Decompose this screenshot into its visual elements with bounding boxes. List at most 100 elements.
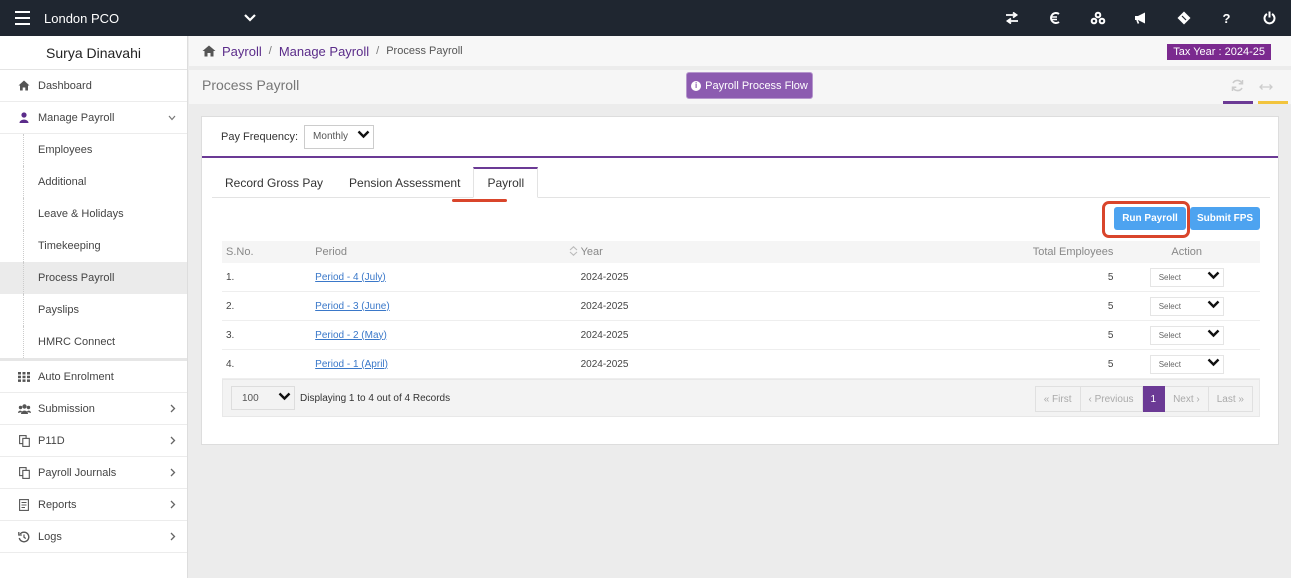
sidebar-subitem-leave-holidays[interactable]: Leave & Holidays (0, 198, 187, 230)
sidebar: Surya Dinavahi Dashboard Manage Payroll … (0, 36, 188, 578)
pager-first[interactable]: « First (1034, 386, 1081, 412)
expand-icon[interactable] (1259, 78, 1273, 94)
breadcrumb-manage-payroll[interactable]: Manage Payroll (279, 44, 369, 59)
info-icon: i (691, 80, 702, 91)
table-row: 4. Period - 1 (April) 2024-2025 5 Select (222, 350, 1260, 379)
page-size-value: 100 (242, 392, 259, 404)
row-total-employees: 5 (1107, 329, 1114, 341)
row-sno: 1. (226, 271, 235, 283)
page-size-select[interactable]: 100 (231, 386, 295, 410)
period-link[interactable]: Period - 4 (July) (315, 272, 386, 283)
period-link[interactable]: Period - 2 (May) (315, 330, 387, 341)
header-year[interactable]: Year (579, 246, 995, 258)
row-year: 2024-2025 (580, 271, 629, 283)
title-bar: Process Payroll i Payroll Process Flow (189, 70, 1291, 104)
submit-fps-button[interactable]: Submit FPS (1190, 207, 1260, 230)
user-icon (17, 111, 31, 125)
tax-year-badge: Tax Year : 2024-25 (1167, 44, 1271, 60)
sidebar-item-reports[interactable]: Reports (0, 489, 187, 521)
row-period: Period - 4 (July) (311, 272, 569, 283)
tabs: Record Gross Pay Pension Assessment Payr… (212, 167, 1270, 198)
manage-payroll-submenu: Employees Additional Leave & Holidays Ti… (0, 134, 187, 361)
chevron-down-icon (1207, 358, 1220, 369)
action-select-value: Select (1158, 330, 1181, 340)
sidebar-item-label: Payroll Journals (38, 466, 117, 479)
help-icon[interactable]: ? (1211, 0, 1242, 36)
hamburger-menu-icon[interactable] (0, 0, 44, 36)
home-icon[interactable] (202, 45, 216, 57)
period-link[interactable]: Period - 3 (June) (315, 301, 389, 312)
table-row: 1. Period - 4 (July) 2024-2025 5 Select (222, 263, 1260, 292)
sidebar-subitem-process-payroll[interactable]: Process Payroll (0, 262, 187, 294)
tab-payroll[interactable]: Payroll (473, 167, 539, 198)
pager-current-page[interactable]: 1 (1142, 386, 1166, 412)
table-row: 2. Period - 3 (June) 2024-2025 5 Select (222, 292, 1260, 321)
sidebar-item-label: Auto Enrolment (38, 370, 114, 383)
row-sno: 4. (226, 358, 235, 370)
bullhorn-icon[interactable] (1125, 0, 1156, 36)
action-select-value: Select (1158, 359, 1181, 369)
payroll-process-flow-button[interactable]: i Payroll Process Flow (686, 72, 813, 99)
sidebar-item-auto-enrolment[interactable]: Auto Enrolment (0, 361, 187, 393)
sidebar-subitem-payslips[interactable]: Payslips (0, 294, 187, 326)
action-select[interactable]: Select (1149, 325, 1224, 345)
chevron-right-icon (170, 532, 176, 544)
row-period: Period - 3 (June) (311, 301, 569, 312)
sidebar-item-submission[interactable]: Submission (0, 393, 187, 425)
sidebar-item-label: Logs (38, 530, 62, 543)
breadcrumb-current: Process Payroll (386, 45, 463, 57)
row-period: Period - 2 (May) (311, 330, 569, 341)
report-icon (17, 498, 31, 512)
refresh-icon[interactable] (1231, 79, 1244, 95)
tab-record-gross-pay[interactable]: Record Gross Pay (212, 167, 336, 198)
row-sno: 3. (226, 329, 235, 341)
action-select[interactable]: Select (1149, 267, 1224, 287)
breadcrumb-payroll[interactable]: Payroll (222, 44, 262, 59)
sidebar-item-dashboard[interactable]: Dashboard (0, 70, 187, 102)
pager-previous[interactable]: ‹ Previous (1080, 386, 1143, 412)
chevron-down-icon (1207, 271, 1220, 282)
yellow-indicator (1258, 101, 1288, 104)
sidebar-item-label: Dashboard (38, 79, 92, 92)
company-chevron-down-icon[interactable] (240, 14, 260, 22)
payroll-card: Pay Frequency: Monthly Record Gross Pay … (201, 116, 1279, 445)
sidebar-subitem-hmrc-connect[interactable]: HMRC Connect (0, 326, 187, 358)
action-select[interactable]: Select (1149, 354, 1224, 374)
currency-icon[interactable] (1039, 0, 1070, 36)
sidebar-item-payroll-journals[interactable]: Payroll Journals (0, 457, 187, 489)
copy-icon (17, 466, 31, 480)
top-bar: London PCO ? (0, 0, 1291, 36)
pay-frequency-value: Monthly (313, 131, 349, 142)
sidebar-subitem-additional[interactable]: Additional (0, 166, 187, 198)
ticket-icon[interactable] (1168, 0, 1199, 36)
pager-next[interactable]: Next › (1165, 386, 1209, 412)
header-sno: S.No. (226, 246, 254, 258)
pager-last[interactable]: Last » (1208, 386, 1253, 412)
cubes-icon[interactable] (1082, 0, 1113, 36)
row-year: 2024-2025 (580, 329, 629, 341)
pager-row: 100 Displaying 1 to 4 out of 4 Records «… (222, 379, 1260, 417)
header-period[interactable]: Period (311, 246, 569, 258)
header-action: Action (1171, 246, 1202, 258)
sidebar-item-p11d[interactable]: P11D (0, 425, 187, 457)
sidebar-item-label: Manage Payroll (38, 111, 115, 124)
pay-frequency-select[interactable]: Monthly (304, 124, 375, 149)
breadcrumb-separator: / (268, 45, 272, 57)
power-icon[interactable] (1254, 0, 1285, 36)
history-icon (17, 530, 31, 544)
sort-icon[interactable] (569, 246, 579, 258)
chevron-right-icon (170, 404, 176, 416)
transfer-icon[interactable] (996, 0, 1027, 36)
row-year: 2024-2025 (580, 358, 629, 370)
tab-pension-assessment[interactable]: Pension Assessment (336, 167, 473, 198)
sidebar-subitem-timekeeping[interactable]: Timekeeping (0, 230, 187, 262)
row-total-employees: 5 (1107, 358, 1114, 370)
sidebar-item-manage-payroll[interactable]: Manage Payroll (0, 102, 187, 134)
pay-frequency-row: Pay Frequency: Monthly (202, 117, 1278, 158)
copy-icon (17, 434, 31, 448)
sidebar-item-logs[interactable]: Logs (0, 521, 187, 553)
period-link[interactable]: Period - 1 (April) (315, 359, 388, 370)
action-select[interactable]: Select (1149, 296, 1224, 316)
home-icon (17, 79, 31, 93)
sidebar-subitem-employees[interactable]: Employees (0, 134, 187, 166)
